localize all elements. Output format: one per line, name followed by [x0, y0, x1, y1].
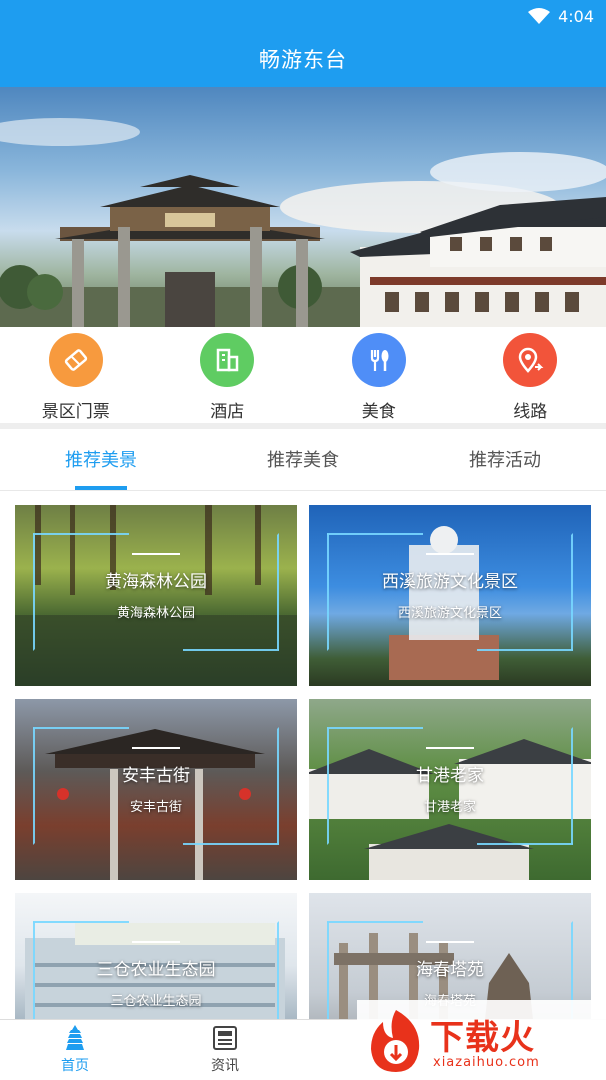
card-subtitle: 三仓农业生态园: [110, 994, 202, 1009]
nav-label: 资讯: [211, 1058, 239, 1074]
scenery-card[interactable]: 西溪旅游文化景区 西溪旅游文化景区: [309, 505, 591, 686]
card-subtitle: 西溪旅游文化景区: [397, 606, 502, 621]
banner-image: [0, 118, 606, 327]
nav-home[interactable]: 首页: [0, 1020, 150, 1080]
scenery-card[interactable]: 安丰古街 安丰古街: [15, 699, 297, 880]
card-title: 安丰古街: [122, 766, 190, 786]
category-label: 线路: [513, 402, 548, 422]
card-title: 西溪旅游文化景区: [382, 572, 518, 592]
news-icon: [213, 1026, 237, 1050]
card-frame: [33, 533, 279, 651]
card-title: 甘港老家: [416, 766, 484, 786]
category-label: 景区门票: [41, 402, 110, 422]
tab-recommend-activity[interactable]: 推荐活动: [404, 429, 606, 490]
status-bar: 4:04: [528, 6, 594, 26]
page-title: 畅游东台: [259, 48, 347, 72]
ticket-icon: [48, 333, 103, 387]
status-time: 4:04: [558, 6, 594, 26]
nav-label: 首页: [61, 1058, 89, 1074]
route-icon: [503, 333, 558, 387]
card-title: 三仓农业生态园: [96, 960, 216, 980]
card-frame: [33, 727, 279, 845]
card-divider: [132, 941, 180, 943]
watermark-text: 下载火: [430, 1018, 535, 1058]
app-header: 4:04 畅游东台: [0, 0, 606, 87]
card-divider: [132, 553, 180, 555]
category-menu: 景区门票 酒店 美食 线路: [0, 327, 606, 423]
card-frame: [327, 727, 573, 845]
card-divider: [426, 941, 474, 943]
food-icon: [351, 333, 406, 387]
category-label: 酒店: [210, 402, 245, 422]
watermark-url: xiazaihuo.com: [433, 1055, 540, 1070]
scenery-card[interactable]: 甘港老家 甘港老家: [309, 699, 591, 880]
card-title: 黄海森林公园: [105, 572, 207, 592]
scenery-grid: 黄海森林公园 黄海森林公园 西溪旅游文化景区 西溪旅游文化景区 安丰古街 安丰古…: [0, 491, 606, 1019]
card-divider: [132, 747, 180, 749]
category-route[interactable]: 线路: [455, 327, 606, 423]
tab-recommend-scenery[interactable]: 推荐美景: [0, 429, 202, 490]
card-subtitle: 黄海森林公园: [116, 606, 195, 621]
recommend-tabs: 推荐美景 推荐美食 推荐活动: [0, 429, 606, 491]
hero-banner[interactable]: [0, 87, 606, 327]
card-subtitle: 安丰古街: [129, 800, 182, 815]
card-frame: [327, 533, 573, 651]
pagoda-home-icon: [66, 1025, 84, 1050]
hotel-icon: [200, 333, 255, 387]
wifi-icon: [528, 8, 551, 24]
card-title: 海春塔苑: [416, 960, 484, 980]
category-hotel[interactable]: 酒店: [152, 327, 304, 423]
watermark: 下载火 xiazaihuo.com: [357, 1000, 606, 1080]
scenery-card[interactable]: 黄海森林公园 黄海森林公园: [15, 505, 297, 686]
nav-news[interactable]: 资讯: [150, 1020, 300, 1080]
card-subtitle: 甘港老家: [423, 800, 476, 815]
card-divider: [426, 747, 474, 749]
scenery-card[interactable]: 三仓农业生态园 三仓农业生态园: [15, 893, 297, 1019]
category-food[interactable]: 美食: [303, 327, 455, 423]
category-tickets[interactable]: 景区门票: [0, 327, 152, 423]
tab-recommend-food[interactable]: 推荐美食: [202, 429, 404, 490]
watermark-logo-icon: [371, 1010, 420, 1072]
category-label: 美食: [361, 402, 396, 422]
card-divider: [426, 553, 474, 555]
